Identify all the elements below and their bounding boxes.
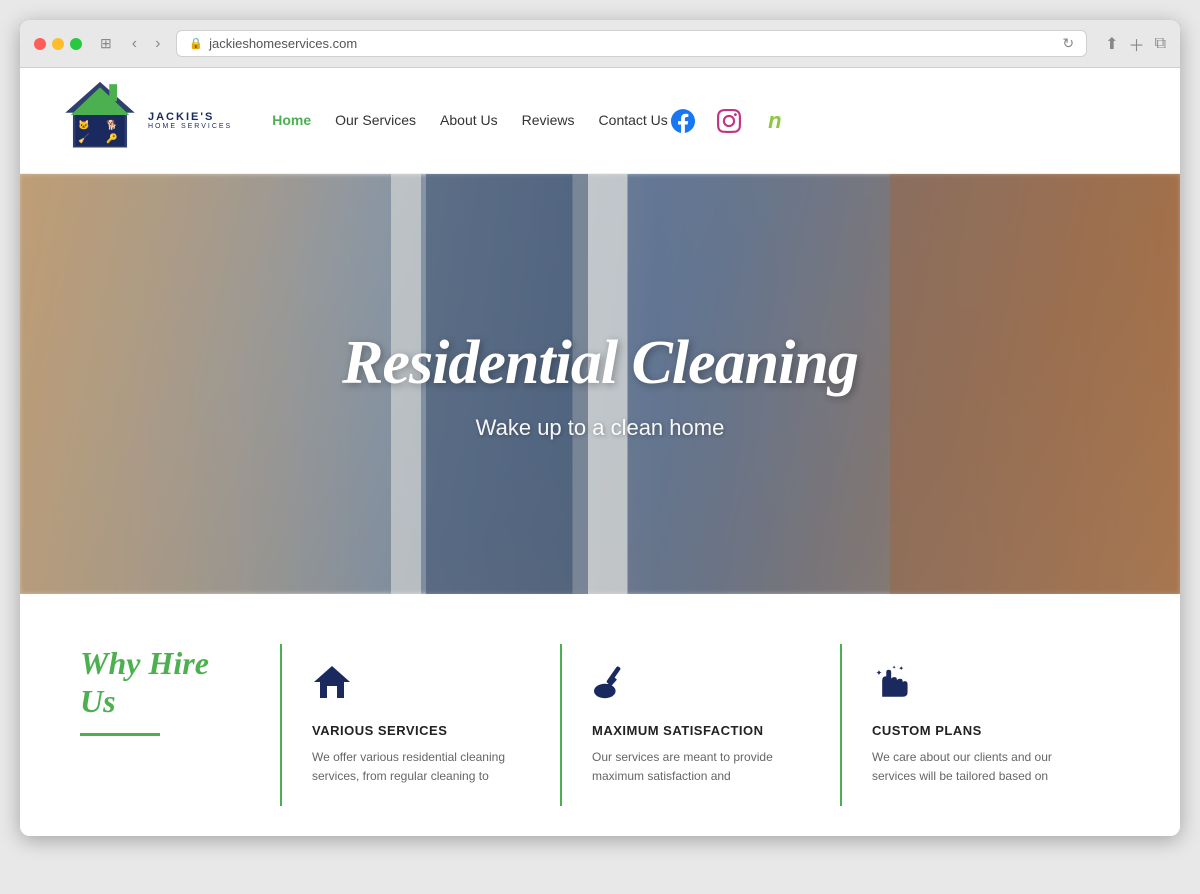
card-1-title: VARIOUS SERVICES	[312, 723, 530, 738]
back-button[interactable]: ‹	[126, 33, 143, 55]
card-3-title: CUSTOM PLANS	[872, 723, 1090, 738]
svg-text:✦: ✦	[899, 665, 905, 673]
logo-area: 🐱 🐕 🧹 🔑 JACKIE'S HOME SERVICES	[60, 78, 232, 163]
browser-controls: ⊞	[100, 35, 112, 52]
address-bar[interactable]: 🔒 jackieshomeservices.com ↻	[176, 30, 1087, 57]
house-icon	[312, 664, 530, 709]
svg-text:🐱: 🐱	[78, 119, 90, 130]
browser-right-controls: ⬆ ＋ ⧉	[1105, 32, 1166, 56]
nav-link-about[interactable]: About Us	[440, 112, 498, 128]
facebook-icon[interactable]	[668, 106, 698, 136]
hero-subtitle: Wake up to a clean home	[342, 415, 858, 441]
svg-text:✦: ✦	[876, 668, 883, 677]
tab-grid-button[interactable]: ⊞	[100, 35, 112, 52]
maximize-button[interactable]	[70, 38, 82, 50]
lock-icon: 🔒	[189, 37, 203, 50]
why-section: Why Hire Us VARIOUS SERVICES We offer va…	[20, 594, 1180, 836]
why-title: Why Hire Us	[80, 644, 240, 721]
instagram-icon[interactable]	[714, 106, 744, 136]
why-left: Why Hire Us	[80, 644, 280, 736]
browser-navigation: ‹ ›	[126, 33, 167, 55]
hero-content: Residential Cleaning Wake up to a clean …	[342, 328, 858, 441]
nav-link-reviews[interactable]: Reviews	[522, 112, 575, 128]
nav-link-contact[interactable]: Contact Us	[599, 112, 668, 128]
new-tab-button[interactable]: ＋	[1129, 32, 1145, 56]
minimize-button[interactable]	[52, 38, 64, 50]
logo-line1: JACKIE'S	[148, 111, 232, 123]
forward-button[interactable]: ›	[149, 33, 166, 55]
reading-mode-button[interactable]: ⧉	[1155, 32, 1166, 56]
why-card-1: VARIOUS SERVICES We offer various reside…	[280, 644, 560, 806]
main-nav: Home Our Services About Us Reviews Conta…	[272, 112, 668, 130]
reload-icon[interactable]: ↻	[1062, 35, 1074, 52]
nav-item-about[interactable]: About Us	[440, 112, 498, 130]
nav-links: Home Our Services About Us Reviews Conta…	[272, 112, 668, 130]
browser-window: ⊞ ‹ › 🔒 jackieshomeservices.com ↻ ⬆ ＋ ⧉	[20, 20, 1180, 836]
hand-sparkle-icon: ✦ ✦ ✦	[872, 664, 1090, 709]
nav-item-services[interactable]: Our Services	[335, 112, 416, 130]
card-1-desc: We offer various residential cleaning se…	[312, 748, 530, 786]
hero-title: Residential Cleaning	[342, 328, 858, 399]
broom-icon	[592, 664, 810, 709]
nav-item-home[interactable]: Home	[272, 112, 311, 130]
svg-text:🐕: 🐕	[106, 119, 118, 131]
why-card-2: MAXIMUM SATISFACTION Our services are me…	[560, 644, 840, 806]
close-button[interactable]	[34, 38, 46, 50]
svg-text:✦: ✦	[892, 665, 896, 671]
share-button[interactable]: ⬆	[1105, 32, 1118, 56]
nextdoor-icon[interactable]: n	[760, 106, 790, 136]
website-content: 🐱 🐕 🧹 🔑 JACKIE'S HOME SERVICES	[20, 68, 1180, 836]
card-2-title: MAXIMUM SATISFACTION	[592, 723, 810, 738]
logo-icon: 🐱 🐕 🧹 🔑	[60, 78, 140, 163]
nav-link-home[interactable]: Home	[272, 112, 311, 128]
logo-text: JACKIE'S HOME SERVICES	[148, 111, 232, 130]
browser-titlebar: ⊞ ‹ › 🔒 jackieshomeservices.com ↻ ⬆ ＋ ⧉	[20, 20, 1180, 68]
logo-line2: HOME SERVICES	[148, 123, 232, 130]
card-3-desc: We care about our clients and our servic…	[872, 748, 1090, 786]
why-underline	[80, 733, 160, 736]
svg-text:🧹: 🧹	[78, 132, 90, 144]
why-cards: VARIOUS SERVICES We offer various reside…	[280, 644, 1120, 806]
nav-link-services[interactable]: Our Services	[335, 112, 416, 128]
window-controls	[34, 38, 82, 50]
url-text: jackieshomeservices.com	[209, 36, 357, 51]
site-header: 🐱 🐕 🧹 🔑 JACKIE'S HOME SERVICES	[20, 68, 1180, 174]
card-2-desc: Our services are meant to provide maximu…	[592, 748, 810, 786]
svg-text:🔑: 🔑	[106, 132, 118, 144]
nav-item-contact[interactable]: Contact Us	[599, 112, 668, 130]
social-icons: n	[668, 106, 790, 136]
why-card-3: ✦ ✦ ✦ CUSTOM PLANS We care about our cli…	[840, 644, 1120, 806]
nav-item-reviews[interactable]: Reviews	[522, 112, 575, 130]
hero-wall-right	[890, 174, 1180, 594]
hero-section: Residential Cleaning Wake up to a clean …	[20, 174, 1180, 594]
